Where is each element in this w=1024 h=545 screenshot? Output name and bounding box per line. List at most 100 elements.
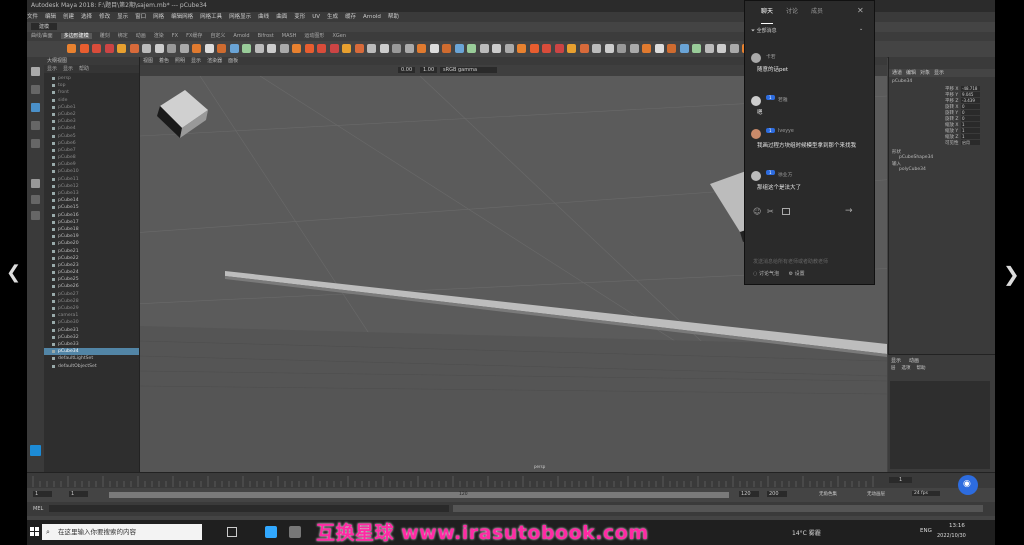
- chat-float-button[interactable]: ◉: [958, 475, 978, 495]
- chat-tab-2[interactable]: 成员: [811, 1, 823, 23]
- outliner-row[interactable]: pCube32: [44, 334, 139, 341]
- shelf-tool-icon[interactable]: [254, 44, 264, 53]
- shelf-tab[interactable]: MASH: [282, 33, 297, 39]
- lasso-tool-icon[interactable]: [31, 85, 40, 94]
- outliner-row[interactable]: pCube1: [44, 104, 139, 111]
- viewport-menu-item[interactable]: 显示: [191, 58, 201, 64]
- exposure-value[interactable]: 0.00: [398, 67, 416, 73]
- outliner-row[interactable]: pCube17: [44, 219, 139, 226]
- shelf-tool-icon[interactable]: [404, 44, 414, 53]
- prev-arrow-icon[interactable]: ❮: [6, 262, 21, 283]
- outliner-row[interactable]: pCube27: [44, 291, 139, 298]
- avatar[interactable]: [751, 53, 761, 63]
- move-tool-icon[interactable]: [31, 121, 40, 130]
- shelf-tool-icon[interactable]: [667, 44, 676, 53]
- shelf-tool-icon[interactable]: [492, 44, 501, 53]
- shelf-tool-icon[interactable]: [529, 44, 539, 53]
- shelf-tool-icon[interactable]: [517, 44, 526, 53]
- outliner-row[interactable]: pCube4: [44, 125, 139, 132]
- chat-tab-0[interactable]: 聊天: [761, 1, 774, 24]
- menu-item[interactable]: 网格显示: [229, 14, 251, 20]
- channel-tab[interactable]: 显示: [934, 70, 944, 76]
- menu-item[interactable]: 选择: [81, 14, 92, 20]
- outliner-row[interactable]: persp: [44, 75, 139, 82]
- layout-four-icon[interactable]: [31, 195, 40, 204]
- chat-tab-1[interactable]: 讨论: [786, 1, 798, 23]
- outliner-menu-item[interactable]: 显示: [47, 66, 57, 72]
- outliner-row[interactable]: pCube10: [44, 168, 139, 175]
- avatar[interactable]: [751, 96, 761, 106]
- windows-start-icon[interactable]: [30, 527, 39, 536]
- shelf-tool-icon[interactable]: [92, 44, 101, 53]
- emoji-icon[interactable]: ☺: [753, 207, 761, 216]
- shelf-tab[interactable]: 曲线/曲面: [31, 33, 53, 39]
- shelf-tool-icon[interactable]: [242, 44, 251, 53]
- mel-input[interactable]: [49, 505, 449, 512]
- range-inner-start[interactable]: 1: [69, 491, 89, 497]
- shelf-tool-icon[interactable]: [617, 44, 626, 53]
- menu-item[interactable]: 窗口: [135, 14, 146, 20]
- shelf-tab[interactable]: 渲染: [154, 33, 164, 39]
- clock-time[interactable]: 13:16: [949, 523, 965, 529]
- shelf-tool-icon[interactable]: [554, 44, 564, 53]
- outliner-row[interactable]: pCube23: [44, 262, 139, 269]
- time-slider[interactable]: 1: [27, 472, 995, 489]
- shelf-tool-icon[interactable]: [204, 44, 214, 53]
- current-frame[interactable]: 1: [889, 477, 913, 483]
- file-explorer-icon[interactable]: [289, 526, 301, 538]
- shelf-tab[interactable]: 多边形建模: [60, 33, 92, 39]
- outliner-row[interactable]: pCube34: [44, 348, 139, 356]
- shelf-tool-icon[interactable]: [379, 44, 389, 53]
- shelf-tab[interactable]: 动画: [136, 33, 146, 39]
- char-set-select[interactable]: 无角色集: [819, 491, 837, 497]
- shelf-tool-icon[interactable]: [567, 44, 576, 53]
- viewport-menu-item[interactable]: 照明: [175, 58, 185, 64]
- shelf-tool-icon[interactable]: [417, 44, 426, 53]
- gamma-value[interactable]: 1.00: [420, 67, 438, 73]
- outliner-row[interactable]: pCube25: [44, 276, 139, 283]
- shelf-tool-icon[interactable]: [717, 44, 726, 53]
- shelf-tool-icon[interactable]: [217, 44, 226, 53]
- channel-attr-value[interactable]: -48.718: [961, 86, 980, 91]
- outliner-row[interactable]: side: [44, 97, 139, 104]
- shelf-tool-icon[interactable]: [142, 44, 151, 53]
- shelf-tab[interactable]: 雕刻: [100, 33, 110, 39]
- send-icon[interactable]: →: [845, 206, 853, 216]
- shelf-tool-icon[interactable]: [79, 44, 89, 53]
- shelf-tool-icon[interactable]: [367, 44, 376, 53]
- outliner-row[interactable]: defaultObjectSet: [44, 363, 139, 370]
- channel-tab[interactable]: 对象: [920, 70, 930, 76]
- shelf-tool-icon[interactable]: [442, 44, 451, 53]
- channel-tab[interactable]: 编辑: [906, 70, 916, 76]
- outliner-row[interactable]: pCube9: [44, 161, 139, 168]
- layer-tab[interactable]: 显示: [891, 358, 901, 364]
- task-view-icon[interactable]: [227, 527, 237, 537]
- shelf-tab[interactable]: FX缓存: [186, 33, 202, 39]
- outliner-row[interactable]: pCube3: [44, 118, 139, 125]
- outliner-row[interactable]: pCube5: [44, 133, 139, 140]
- channel-attr-value[interactable]: 0: [961, 110, 980, 115]
- channel-attr-value[interactable]: 9.045: [961, 92, 980, 97]
- shelf-tool-icon[interactable]: [354, 44, 364, 53]
- shelf-tool-icon[interactable]: [192, 44, 201, 53]
- outliner-row[interactable]: pCube33: [44, 341, 139, 348]
- shelf-tool-icon[interactable]: [304, 44, 314, 53]
- menu-item[interactable]: 显示: [117, 14, 128, 20]
- menu-item[interactable]: 帮助: [388, 14, 399, 20]
- shelf-tool-icon[interactable]: [542, 44, 551, 53]
- rotate-tool-icon[interactable]: [31, 139, 40, 148]
- viewport-menu-item[interactable]: 面板: [228, 58, 238, 64]
- outliner-row[interactable]: pCube8: [44, 154, 139, 161]
- shelf-tool-icon[interactable]: [317, 44, 326, 53]
- menu-item[interactable]: 编辑: [45, 14, 56, 20]
- menu-item[interactable]: UV: [312, 14, 320, 20]
- outliner-row[interactable]: top: [44, 82, 139, 89]
- shelf-tool-icon[interactable]: [342, 44, 351, 53]
- outliner-row[interactable]: pCube12: [44, 183, 139, 190]
- outliner-row[interactable]: pCube15: [44, 204, 139, 211]
- menu-item[interactable]: 网格工具: [200, 14, 222, 20]
- fps-select[interactable]: 24 fps: [912, 491, 940, 496]
- shelf-tool-icon[interactable]: [229, 44, 239, 53]
- range-out-field[interactable]: 200: [767, 491, 787, 497]
- outliner-row[interactable]: pCube2: [44, 111, 139, 118]
